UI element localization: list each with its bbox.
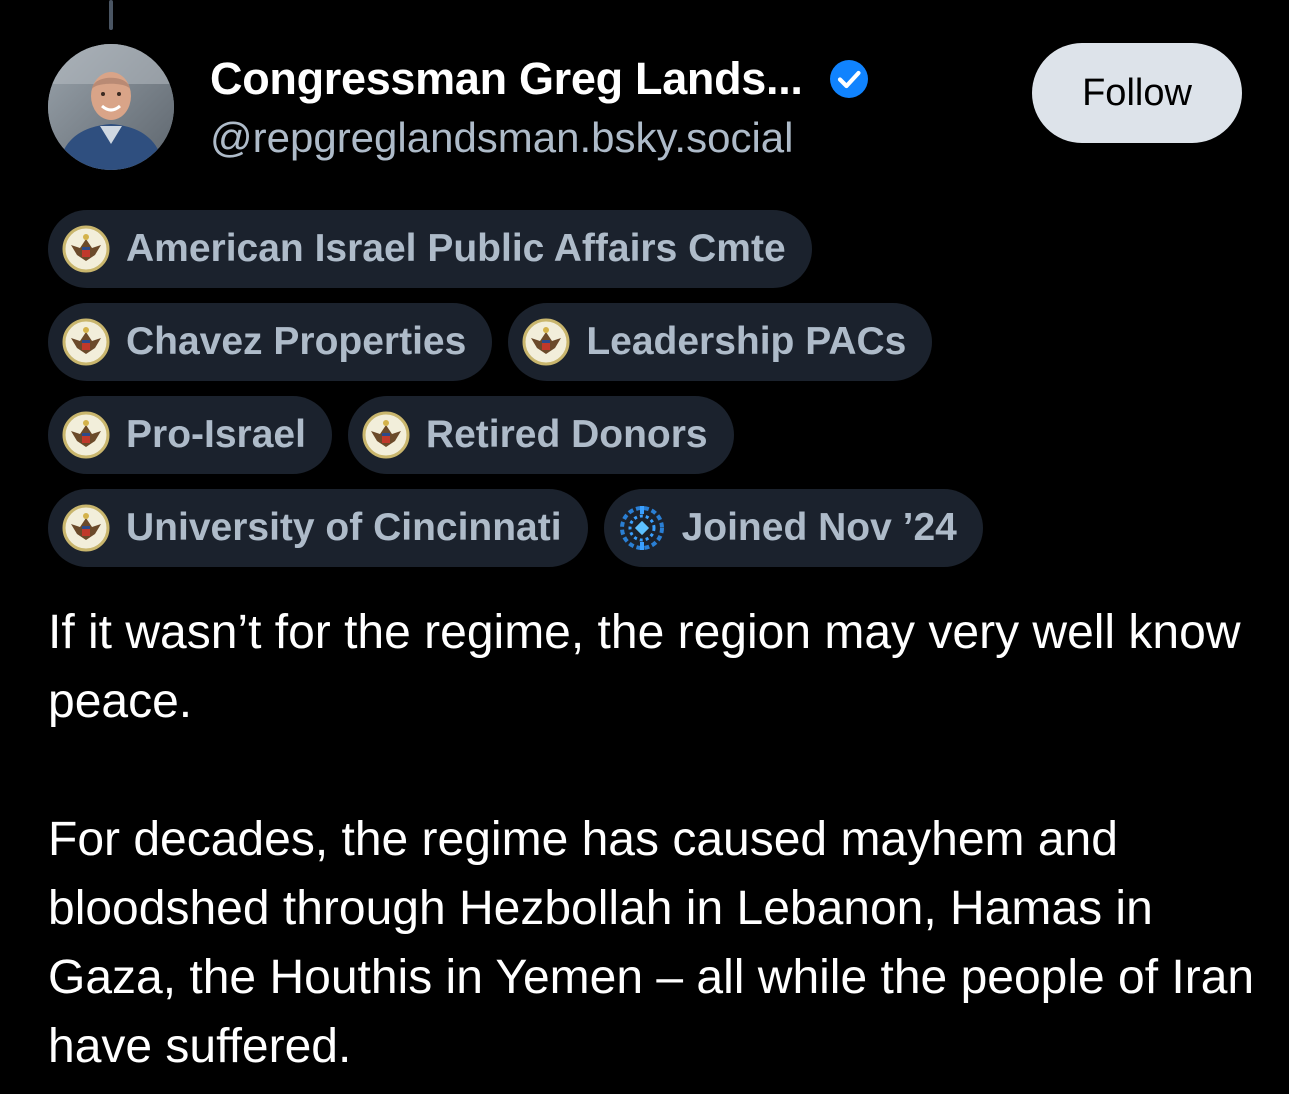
badge-row: University of Cincinnati Joined Nov ’24 <box>48 489 1248 567</box>
badge-leadership-pacs[interactable]: Leadership PACs <box>508 303 933 381</box>
great-seal-icon <box>62 411 110 459</box>
badge-label: Leadership PACs <box>586 320 907 363</box>
great-seal-icon <box>522 318 570 366</box>
badge-chavez-properties[interactable]: Chavez Properties <box>48 303 493 381</box>
badge-label: Pro-Israel <box>126 413 306 456</box>
great-seal-icon <box>62 318 110 366</box>
verified-check-icon <box>829 60 868 98</box>
badge-american-israel-public-affairs-cmte[interactable]: American Israel Public Affairs Cmte <box>48 210 812 288</box>
post-author: Congressman Greg Lands... @repgreglandsm… <box>210 50 1010 162</box>
follow-button[interactable]: Follow <box>1032 43 1242 143</box>
badge-row: Chavez Properties Leadership PACs <box>48 303 1248 381</box>
great-seal-icon <box>62 225 110 273</box>
great-seal-icon <box>362 411 410 459</box>
author-handle[interactable]: @repgreglandsman.bsky.social <box>210 114 1010 162</box>
badge-label: American Israel Public Affairs Cmte <box>126 227 786 270</box>
profile-badges: American Israel Public Affairs Cmte Chav… <box>48 210 1248 582</box>
avatar[interactable] <box>48 44 174 170</box>
great-seal-icon <box>62 504 110 552</box>
badge-label: Chavez Properties <box>126 320 467 363</box>
post-text: If it wasn’t for the regime, the region … <box>48 598 1258 1081</box>
author-name-row: Congressman Greg Lands... <box>210 50 1010 108</box>
badge-retired-donors[interactable]: Retired Donors <box>347 396 734 474</box>
badge-row: Pro-Israel Retired Donors <box>48 396 1248 474</box>
badge-joined-date[interactable]: Joined Nov ’24 <box>603 489 983 567</box>
badge-pro-israel[interactable]: Pro-Israel <box>48 396 332 474</box>
post-paragraph: For decades, the regime has caused mayhe… <box>48 813 1268 1073</box>
badge-label: Joined Nov ’24 <box>681 506 957 549</box>
badge-label: Retired Donors <box>425 413 708 456</box>
badge-row: American Israel Public Affairs Cmte <box>48 210 1248 288</box>
globe-icon <box>619 506 664 550</box>
badge-label: University of Cincinnati <box>126 506 562 549</box>
author-display-name[interactable]: Congressman Greg Lands... <box>210 53 803 105</box>
thread-connector-line <box>109 0 113 30</box>
badge-university-of-cincinnati[interactable]: University of Cincinnati <box>48 489 588 567</box>
post-paragraph: If it wasn’t for the regime, the region … <box>48 606 1254 728</box>
